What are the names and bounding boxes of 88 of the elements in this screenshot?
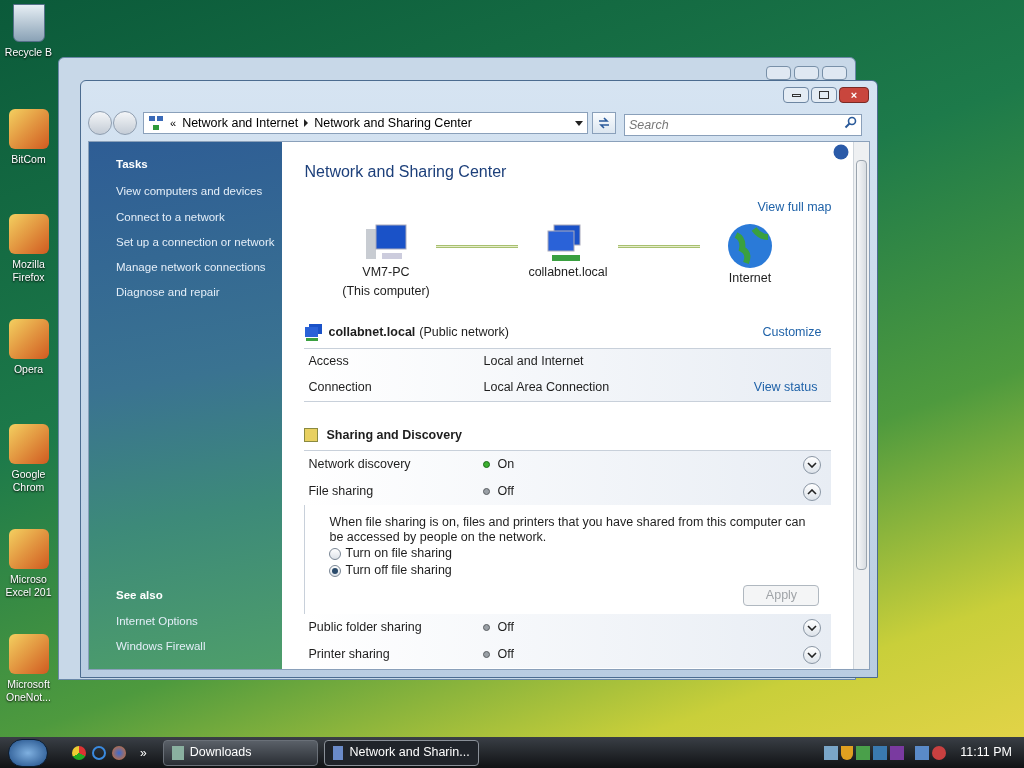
tray-icon[interactable] xyxy=(824,745,839,760)
setting-label: File sharing xyxy=(308,483,375,501)
section-heading: Sharing and Discovery xyxy=(326,426,462,444)
breadcrumb-arrow-icon[interactable] xyxy=(304,119,309,127)
window-icon xyxy=(171,745,184,760)
icon-label[interactable]: Mozilla Firefox xyxy=(0,258,57,284)
sidebar-link[interactable]: Manage network connections xyxy=(116,259,281,277)
node-sublabel: (This computer) xyxy=(342,282,430,300)
expand-button[interactable] xyxy=(803,645,822,664)
status-text: Off xyxy=(497,646,515,664)
dropdown-arrow-icon[interactable] xyxy=(575,120,583,126)
sidebar-heading: See also xyxy=(116,588,164,604)
sidebar-link[interactable]: Set up a connection or network xyxy=(116,233,281,251)
customize-link[interactable]: Customize xyxy=(762,322,822,342)
tray-icon[interactable] xyxy=(856,745,871,760)
network-type: (Public network) xyxy=(419,323,510,341)
icon-label[interactable]: Opera xyxy=(13,363,44,376)
shortcut-icon[interactable] xyxy=(8,634,49,674)
node-label[interactable]: VM7-PC xyxy=(362,262,410,282)
sidebar-link[interactable]: Connect to a network xyxy=(116,208,281,226)
field-label: Connection xyxy=(308,379,373,397)
chevron-down-icon xyxy=(807,651,818,658)
refresh-button[interactable] xyxy=(592,112,616,134)
status-text: Off xyxy=(497,619,515,637)
setting-label: Public folder sharing xyxy=(308,619,423,637)
browser-icon[interactable] xyxy=(92,745,106,760)
browser-icon[interactable] xyxy=(72,745,86,760)
radio-button[interactable] xyxy=(329,547,342,560)
shortcut-icon[interactable] xyxy=(8,319,49,359)
expand-button[interactable] xyxy=(803,455,822,474)
node-label[interactable]: collabnet.local xyxy=(528,262,608,282)
tray-icon[interactable] xyxy=(873,745,888,760)
field-value: Local Area Connection xyxy=(483,379,611,397)
search-field[interactable]: Search xyxy=(624,114,862,136)
sharing-icon xyxy=(304,427,319,442)
radio-label[interactable]: Turn off file sharing xyxy=(345,561,452,581)
page-title: Network and Sharing Center xyxy=(304,162,508,182)
close-button[interactable] xyxy=(822,66,847,80)
view-status-link[interactable]: View status xyxy=(753,378,818,397)
breadcrumb-item[interactable]: Network and Internet xyxy=(182,113,299,133)
sidebar-link[interactable]: Diagnose and repair xyxy=(116,284,281,302)
field-label: Access xyxy=(308,353,350,371)
node-label[interactable]: Internet xyxy=(728,268,772,288)
chevron-down-icon xyxy=(807,624,818,631)
address-bar[interactable]: « Network and Internet Network and Sharing Center xyxy=(143,112,588,134)
taskbar-button[interactable]: Downloads xyxy=(162,739,318,766)
close-button[interactable]: × xyxy=(839,87,869,103)
sidebar-link[interactable]: View computers and devices xyxy=(116,183,281,201)
shortcut-icon[interactable] xyxy=(8,529,49,569)
network-computers-icon xyxy=(304,323,325,342)
status-text: On xyxy=(497,456,516,474)
icon-label[interactable]: Google Chrom xyxy=(0,468,57,494)
minimize-button[interactable] xyxy=(783,87,809,103)
shortcut-icon[interactable] xyxy=(8,214,49,254)
icon-label[interactable]: Microsoft OneNot... xyxy=(0,678,57,704)
icon-label[interactable]: Recycle B xyxy=(4,46,53,59)
breadcrumb-item[interactable]: Network and Sharing Center xyxy=(314,113,472,133)
history-chevron[interactable]: « xyxy=(170,114,177,132)
field-value: Local and Internet xyxy=(483,353,585,371)
view-full-map-link[interactable]: View full map xyxy=(757,198,832,217)
start-button[interactable] xyxy=(8,738,48,767)
status-text: Off xyxy=(497,483,515,501)
collapse-button[interactable] xyxy=(803,482,822,501)
shield-icon[interactable] xyxy=(841,745,854,760)
recycle-bin-icon[interactable] xyxy=(12,4,45,42)
setting-label: Printer sharing xyxy=(308,646,391,664)
search-icon xyxy=(844,116,857,129)
network-name: collabnet.local xyxy=(328,323,416,341)
taskbar-button[interactable]: Network and Sharin... xyxy=(323,739,479,766)
scrollbar[interactable] xyxy=(853,142,869,669)
expand-button[interactable] xyxy=(803,618,822,637)
chevron-down-icon xyxy=(807,461,818,468)
radio-label[interactable]: Turn on file sharing xyxy=(345,544,453,564)
globe-icon[interactable] xyxy=(726,222,774,269)
clock[interactable]: 11:11 PM xyxy=(960,743,1012,762)
sidebar-heading: Tasks xyxy=(116,157,149,172)
refresh-icon xyxy=(597,117,611,129)
icon-label[interactable]: BitCom xyxy=(11,153,46,166)
description-text: When file sharing is on, files and printers that you have shared from this computer can be accessed by people on the network. xyxy=(329,515,807,546)
maximize-button[interactable] xyxy=(811,87,837,103)
shortcut-icon[interactable] xyxy=(8,424,49,464)
radio-button[interactable] xyxy=(329,564,342,577)
chevron-up-icon xyxy=(807,488,818,495)
icon-label[interactable]: Microso Excel 201 xyxy=(0,573,57,599)
setting-label: Network discovery xyxy=(308,456,412,474)
more-icons-chevron[interactable]: » xyxy=(140,743,147,762)
window-icon xyxy=(332,745,344,760)
shortcut-icon[interactable] xyxy=(8,109,49,149)
